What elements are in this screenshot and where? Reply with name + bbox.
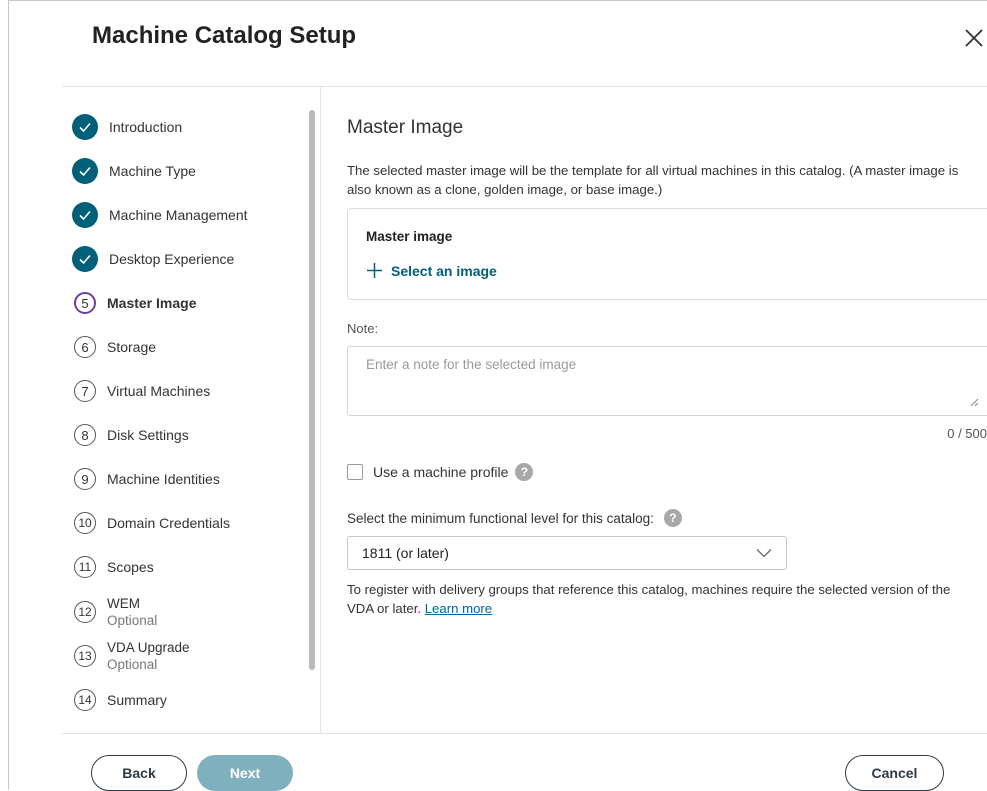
select-image-button[interactable]: Select an image (366, 262, 497, 279)
step-machine-identities[interactable]: 9 Machine Identities (74, 465, 220, 493)
step-number: 5 (74, 292, 96, 314)
functional-level-value: 1811 (or later) (362, 545, 449, 561)
step-label: Desktop Experience (109, 251, 235, 267)
back-button[interactable]: Back (91, 755, 187, 791)
step-number: 14 (74, 689, 96, 711)
check-icon (72, 202, 98, 228)
step-number: 11 (74, 556, 96, 578)
step-label: Introduction (109, 119, 183, 135)
section-title: Master Image (347, 117, 464, 138)
window-frame-left (8, 8, 9, 790)
step-label: Machine Identities (107, 471, 220, 487)
resize-grip-icon[interactable] (969, 397, 979, 407)
note-textarea[interactable] (347, 346, 987, 416)
check-icon (72, 114, 98, 140)
step-virtual-machines[interactable]: 7 Virtual Machines (74, 377, 210, 405)
next-button[interactable]: Next (197, 755, 293, 791)
check-icon (72, 158, 98, 184)
functional-level-label: Select the minimum functional level for … (347, 510, 654, 526)
step-label: Machine Management (109, 207, 248, 223)
step-wem[interactable]: 12 WEM Optional (74, 595, 157, 629)
dialog-title: Machine Catalog Setup (92, 22, 357, 49)
header-divider (62, 86, 987, 87)
step-machine-type[interactable]: Machine Type (72, 157, 196, 185)
step-master-image[interactable]: 5 Master Image (74, 289, 196, 317)
step-label: Domain Credentials (107, 515, 230, 531)
master-image-label: Master image (366, 229, 453, 244)
step-label: WEM (107, 596, 140, 611)
cancel-button[interactable]: Cancel (845, 755, 944, 791)
step-scopes[interactable]: 11 Scopes (74, 553, 154, 581)
help-icon[interactable]: ? (663, 509, 682, 527)
step-label: Scopes (107, 559, 154, 575)
machine-profile-checkbox[interactable] (347, 464, 363, 480)
step-label: Disk Settings (107, 427, 189, 443)
select-image-label: Select an image (391, 262, 497, 279)
step-number: 12 (74, 601, 96, 623)
step-number: 10 (74, 512, 96, 534)
step-number: 13 (74, 645, 96, 667)
note-label: Note: (347, 321, 379, 336)
close-button[interactable] (962, 26, 986, 50)
step-label: Virtual Machines (107, 383, 211, 399)
step-disk-settings[interactable]: 8 Disk Settings (74, 421, 189, 449)
footer-divider (62, 733, 987, 734)
step-label: Machine Type (109, 163, 196, 179)
window-frame (8, 0, 987, 9)
chevron-down-icon (756, 549, 772, 558)
plus-icon (367, 263, 382, 278)
check-icon (72, 246, 98, 272)
register-help-text: To register with delivery groups that re… (347, 582, 951, 616)
sidebar-scrollbar[interactable] (309, 110, 315, 670)
help-icon[interactable]: ? (515, 463, 534, 481)
step-storage[interactable]: 6 Storage (74, 333, 156, 361)
note-char-counter: 0 / 500 (947, 426, 987, 441)
step-number: 9 (74, 468, 96, 490)
step-summary[interactable]: 14 Summary (74, 686, 167, 714)
machine-profile-label[interactable]: Use a machine profile (373, 464, 508, 480)
step-introduction[interactable]: Introduction (72, 113, 182, 141)
master-image-panel (347, 208, 987, 300)
close-icon[interactable] (962, 26, 986, 50)
step-desktop-experience[interactable]: Desktop Experience (72, 245, 234, 273)
functional-level-row: Select the minimum functional level for … (347, 509, 682, 527)
section-description: The selected master image will be the te… (347, 163, 959, 197)
step-label: Storage (107, 339, 157, 355)
step-machine-management[interactable]: Machine Management (72, 201, 248, 229)
step-optional-label: Optional (107, 613, 158, 628)
step-label: Master Image (107, 295, 197, 311)
learn-more-link[interactable]: Learn more (425, 601, 492, 616)
step-domain-credentials[interactable]: 10 Domain Credentials (74, 509, 230, 537)
step-number: 7 (74, 380, 96, 402)
functional-level-select[interactable]: 1811 (or later) (347, 536, 787, 570)
step-number: 6 (74, 336, 96, 358)
machine-profile-row: Use a machine profile ? (347, 463, 534, 481)
step-number: 8 (74, 424, 96, 446)
step-optional-label: Optional (107, 657, 158, 672)
step-label: Summary (107, 692, 167, 708)
sidebar-divider (320, 87, 321, 733)
step-label: VDA Upgrade (107, 640, 190, 655)
step-vda-upgrade[interactable]: 13 VDA Upgrade Optional (74, 639, 190, 673)
